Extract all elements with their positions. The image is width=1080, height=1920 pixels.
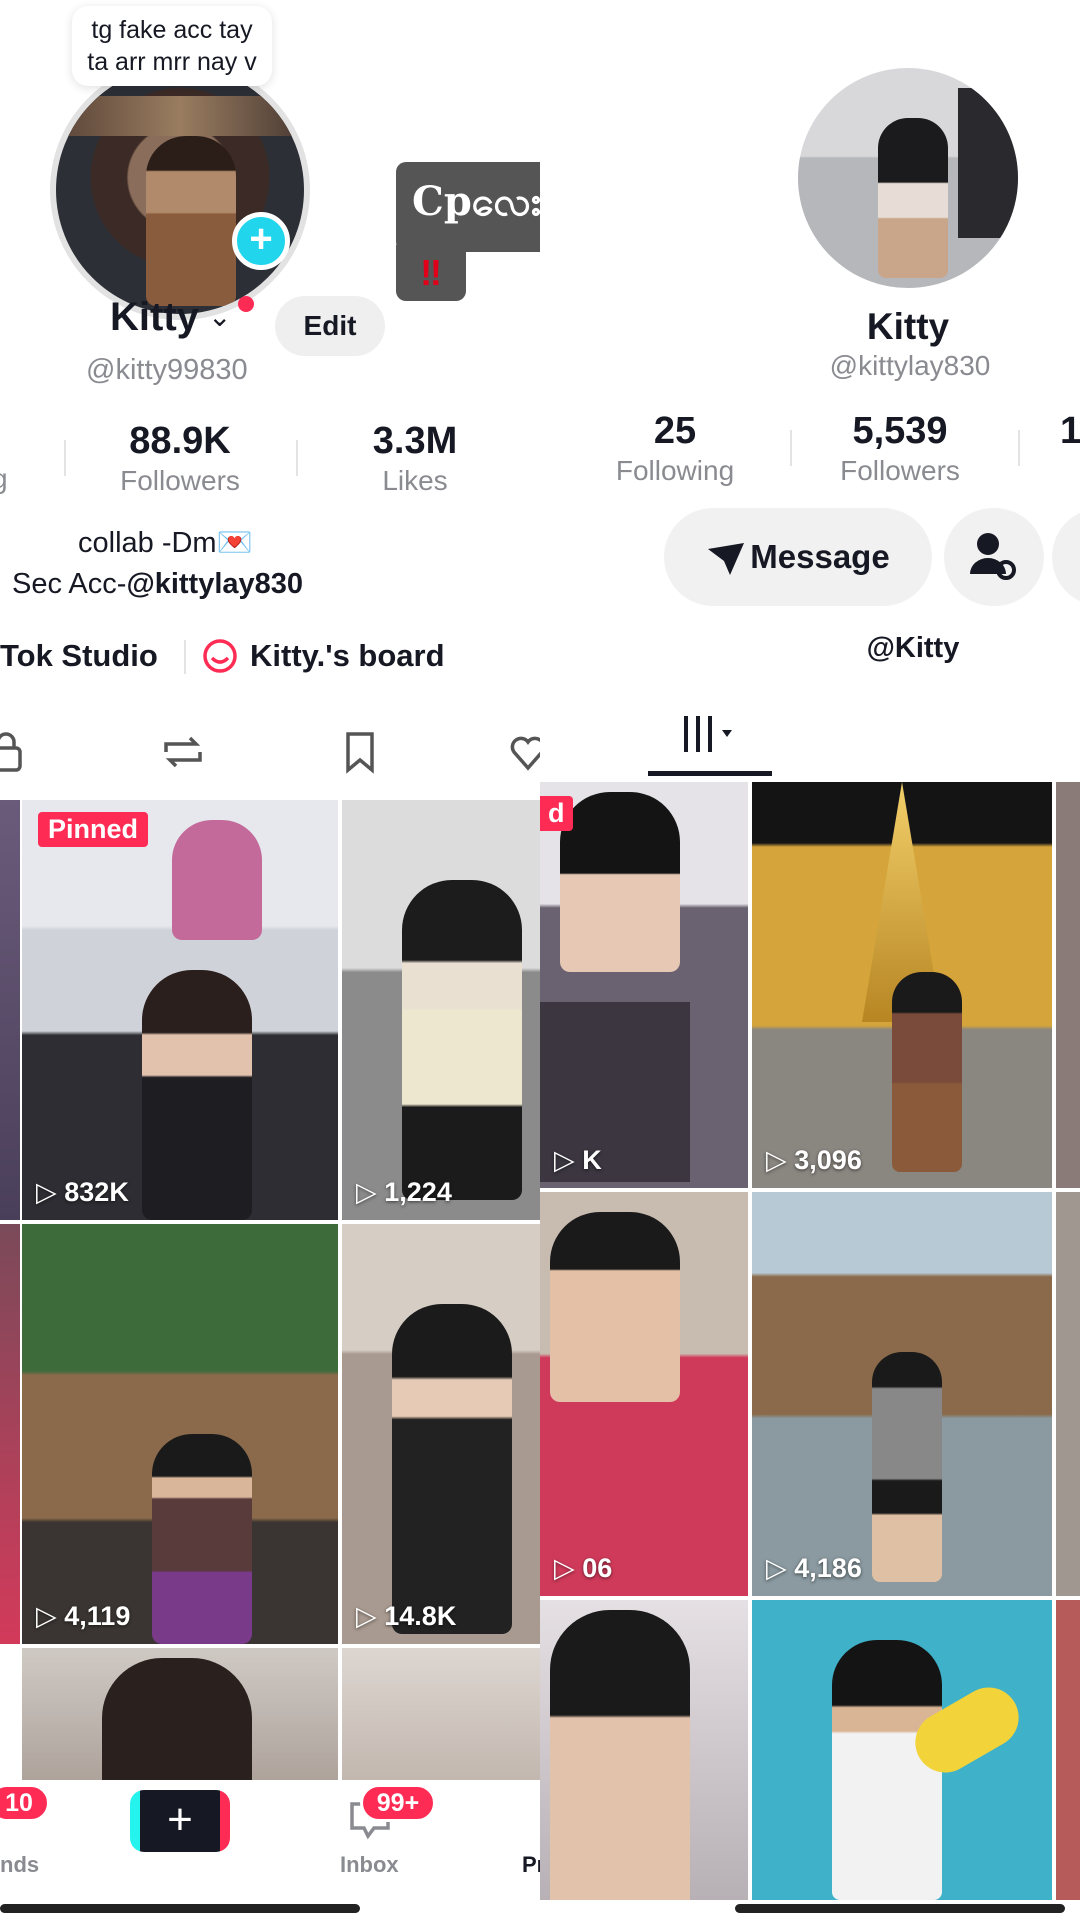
video-thumbnail[interactable] — [22, 1648, 338, 1798]
profile-avatar[interactable] — [798, 68, 1018, 288]
video-thumbnail[interactable]: ▷ 06 — [540, 1192, 748, 1596]
linked-account-link[interactable]: @Kitty — [778, 632, 1048, 665]
note-line-1: tg fake acc tay — [91, 16, 253, 44]
view-count: ▷ 1,224 — [356, 1177, 452, 1207]
stat-likes-value[interactable]: 3.3M — [340, 420, 490, 463]
pinned-badge: d — [540, 796, 573, 831]
create-post-button[interactable]: + — [130, 1790, 230, 1852]
view-count: ▷ K — [554, 1145, 602, 1175]
tiktok-studio-link[interactable]: Tok Studio — [0, 638, 158, 674]
profile-note-bubble[interactable]: tg fake acc tay ta arr mrr nay v — [72, 6, 272, 86]
stat-divider — [64, 440, 66, 476]
message-button[interactable]: Message — [664, 508, 932, 606]
video-thumbnail[interactable] — [342, 1648, 540, 1798]
home-indicator — [735, 1904, 1065, 1913]
right-profile-screenshot: Kitty @kittylay830 25 Following 5,539 Fo… — [540, 0, 1080, 1920]
video-thumbnail[interactable]: ▷ 3,096 — [752, 782, 1052, 1188]
note-line-2: ta arr mrr nay v — [87, 48, 257, 76]
heart-icon[interactable] — [508, 730, 540, 774]
inbox-badge: 99+ — [360, 1784, 436, 1822]
stat-following-label[interactable]: g — [0, 463, 8, 495]
video-thumbnail[interactable]: ▷ 14.8K — [342, 1224, 540, 1644]
view-count: ▷ 4,119 — [36, 1601, 131, 1631]
view-count: ▷ 3,096 — [766, 1145, 862, 1175]
active-tab-underline — [648, 771, 772, 776]
username-handle: @kittylay830 — [829, 350, 991, 381]
video-thumbnail[interactable] — [1056, 1192, 1080, 1596]
username-handle: @kitty99830 — [86, 354, 248, 386]
board-icon — [202, 638, 238, 674]
display-name: Kitty — [110, 295, 199, 339]
bio-prefix: Sec Acc- — [12, 568, 127, 600]
video-thumbnail[interactable] — [752, 1600, 1052, 1900]
home-indicator — [0, 1904, 360, 1913]
message-label: Message — [750, 538, 890, 575]
friends-badge: 10 — [0, 1784, 50, 1822]
profile-avatar[interactable] — [50, 60, 310, 320]
board-link[interactable]: Kitty.'s board — [250, 638, 445, 674]
inbox-tab-label[interactable]: Inbox — [340, 1852, 399, 1878]
grid-tab-icon[interactable] — [680, 712, 740, 756]
lock-icon[interactable] — [0, 730, 26, 774]
stat-followers-value[interactable]: 88.9K — [100, 420, 260, 463]
bottom-navigation — [0, 1780, 540, 1920]
friend-settings-button[interactable] — [944, 508, 1044, 606]
stat-divider — [790, 430, 792, 466]
bio-mention-link[interactable]: @kittylay830 — [126, 568, 303, 600]
stat-divider — [296, 440, 298, 476]
notification-dot — [238, 296, 254, 312]
stat-following-label[interactable]: Following — [600, 455, 750, 487]
video-thumbnail[interactable] — [1056, 1600, 1080, 1900]
video-thumbnail-pinned[interactable]: ▷ 832K — [22, 800, 338, 1220]
view-count: ▷ 06 — [554, 1553, 613, 1583]
stat-divider — [1018, 430, 1020, 466]
pinned-badge: Pinned — [38, 812, 149, 847]
stat-following-value[interactable]: 25 — [600, 410, 750, 453]
view-count: ▷ 14.8K — [356, 1601, 457, 1631]
friends-tab-label[interactable]: nds — [0, 1852, 39, 1878]
video-thumbnail-pinned[interactable]: ▷ K — [540, 782, 748, 1188]
chevron-down-icon[interactable]: ⌄ — [208, 300, 231, 333]
stat-followers-value[interactable]: 5,539 — [820, 410, 980, 453]
video-thumbnail[interactable]: ▷ 4,119 — [22, 1224, 338, 1644]
view-count: ▷ 4,186 — [766, 1553, 862, 1583]
user-gear-icon — [970, 533, 1016, 580]
video-thumbnail[interactable] — [0, 1224, 20, 1644]
display-name: Kitty — [866, 306, 950, 347]
bio-line-2: Sec Acc-@kittylay830 — [12, 568, 303, 601]
bio-line-1: collab -Dm💌 — [78, 527, 253, 559]
stat-followers-label[interactable]: Followers — [100, 465, 260, 497]
video-thumbnail[interactable]: ▷ 4,186 — [752, 1192, 1052, 1596]
video-thumbnail[interactable]: ▷ 1,224 — [342, 800, 540, 1220]
edit-profile-button[interactable]: Edit — [275, 296, 385, 356]
caption-sticker-marks: ‼ — [396, 245, 466, 301]
video-thumbnail[interactable] — [540, 1600, 748, 1900]
profile-tab-label[interactable]: Pr — [522, 1852, 540, 1878]
more-button[interactable] — [1052, 508, 1080, 606]
link-divider — [184, 640, 186, 674]
view-count: ▷ 832K — [36, 1177, 129, 1207]
video-thumbnail[interactable] — [1056, 782, 1080, 1188]
add-story-icon[interactable]: + — [232, 212, 290, 270]
bookmark-icon[interactable] — [340, 730, 380, 774]
stat-likes-label[interactable]: Likes — [340, 465, 490, 497]
send-icon — [708, 543, 745, 576]
repost-icon[interactable] — [158, 730, 202, 774]
stat-likes-value[interactable]: 1 — [1060, 410, 1080, 453]
stat-followers-label[interactable]: Followers — [820, 455, 980, 487]
video-thumbnail[interactable] — [0, 800, 20, 1220]
